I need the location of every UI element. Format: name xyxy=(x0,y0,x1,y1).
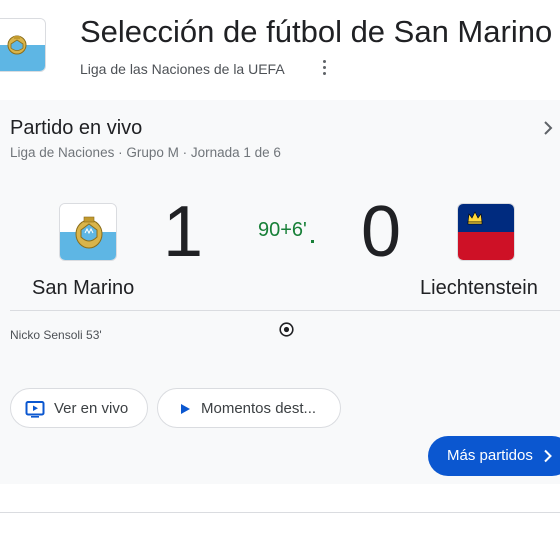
more-matches-button[interactable]: Más partidos xyxy=(428,436,560,476)
home-team-flag[interactable] xyxy=(59,203,117,261)
live-match-title: Partido en vivo xyxy=(10,117,143,139)
page-subtitle: Liga de las Naciones de la UEFA xyxy=(80,61,285,77)
page-title: Selección de fútbol de San Marino xyxy=(80,14,553,49)
flag-red-band xyxy=(458,232,514,260)
san-marino-crest-icon xyxy=(75,216,103,249)
chevron-right-icon[interactable] xyxy=(541,120,555,136)
live-match-header[interactable]: Partido en vivo Liga de Naciones · Grupo… xyxy=(0,100,560,164)
highlights-label: Momentos dest... xyxy=(201,400,317,417)
section-divider xyxy=(0,512,560,513)
san-marino-crest-icon xyxy=(7,35,27,55)
home-score: 1 xyxy=(163,192,204,272)
live-tv-icon xyxy=(25,401,45,418)
away-score: 0 xyxy=(361,192,402,272)
live-indicator xyxy=(311,240,314,243)
match-minute: 90+6' xyxy=(258,219,307,241)
home-team-name[interactable]: San Marino xyxy=(32,276,134,300)
soccer-ball-icon xyxy=(279,322,294,337)
more-options-icon[interactable] xyxy=(318,57,330,77)
play-icon xyxy=(181,404,190,414)
away-team-flag[interactable] xyxy=(457,203,515,261)
san-marino-flag-icon[interactable] xyxy=(0,18,46,72)
chevron-right-icon xyxy=(544,449,552,463)
liechtenstein-crown-icon xyxy=(467,211,483,225)
watch-live-button[interactable]: Ver en vivo xyxy=(10,388,148,428)
card-divider xyxy=(10,310,560,311)
away-team-name[interactable]: Liechtenstein xyxy=(420,276,538,300)
highlights-button[interactable]: Momentos dest... xyxy=(157,388,341,428)
watch-live-label: Ver en vivo xyxy=(54,400,129,417)
knowledge-header: Selección de fútbol de San Marino Liga d… xyxy=(0,0,560,96)
goal-scorer: Nicko Sensoli 53' xyxy=(10,328,102,342)
match-details: Liga de Naciones · Grupo M · Jornada 1 d… xyxy=(10,145,281,160)
more-matches-label: Más partidos xyxy=(447,447,533,464)
